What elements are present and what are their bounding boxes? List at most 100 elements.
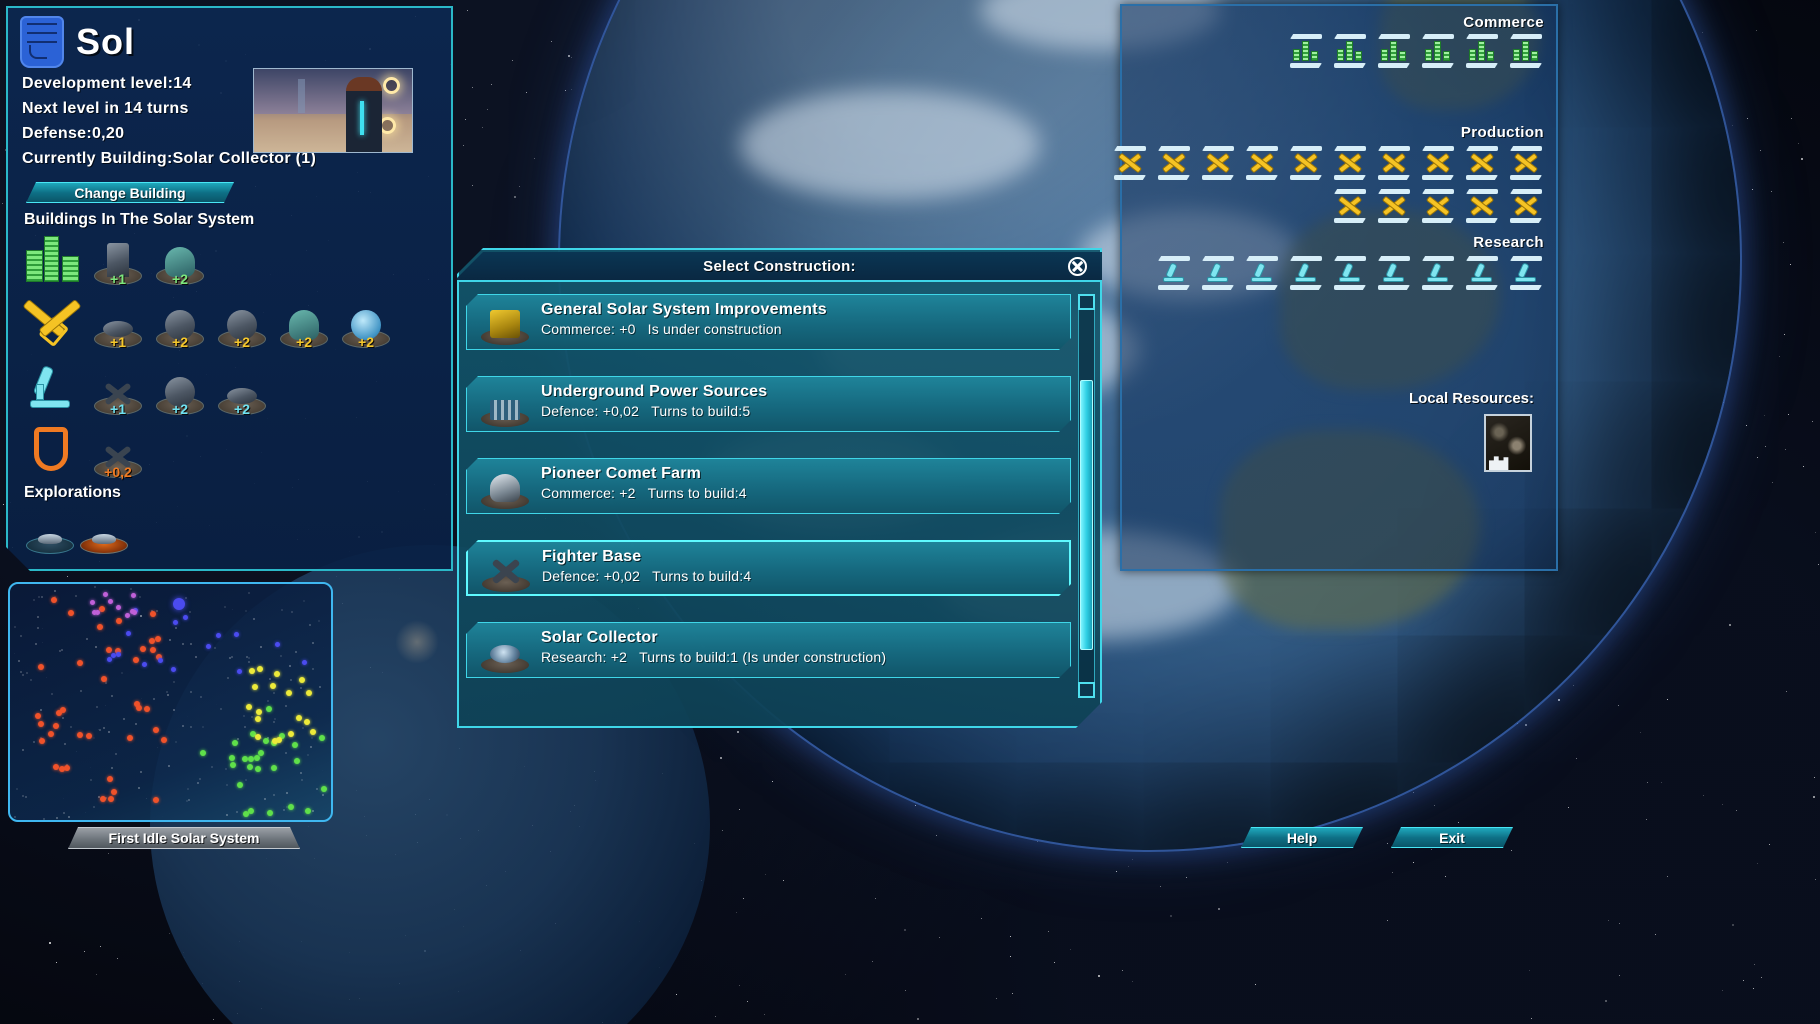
building-slot[interactable]: +2 <box>216 368 268 416</box>
construction-option[interactable]: General Solar System Improvements Commerc… <box>466 294 1071 350</box>
star-system-dot[interactable] <box>161 737 167 743</box>
star-system-dot[interactable] <box>304 719 310 725</box>
star-system-dot[interactable] <box>116 652 121 657</box>
galaxy-minimap[interactable] <box>8 582 333 822</box>
star-system-dot[interactable] <box>100 796 106 802</box>
star-system-dot[interactable] <box>296 715 302 721</box>
star-system-dot[interactable] <box>150 611 156 617</box>
star-system-dot[interactable] <box>111 789 117 795</box>
star-system-dot[interactable] <box>53 764 59 770</box>
construction-option[interactable]: Underground Power Sources Defence: +0,02 T… <box>466 376 1071 432</box>
star-system-dot[interactable] <box>234 632 239 637</box>
star-system-dot[interactable] <box>39 738 45 744</box>
construction-option[interactable]: Pioneer Comet Farm Commerce: +2 Turns to b… <box>466 458 1071 514</box>
star-system-dot[interactable] <box>77 660 83 666</box>
exit-button[interactable]: Exit <box>1391 827 1513 848</box>
help-button[interactable]: Help <box>1241 827 1363 848</box>
star-system-dot[interactable] <box>270 683 276 689</box>
star-system-dot[interactable] <box>126 631 131 636</box>
star-system-dot[interactable] <box>243 811 249 817</box>
star-system-dot[interactable] <box>255 766 261 772</box>
star-system-dot[interactable] <box>86 733 92 739</box>
star-system-dot[interactable] <box>257 666 263 672</box>
star-system-dot[interactable] <box>276 737 282 743</box>
star-system-dot[interactable] <box>116 605 121 610</box>
star-system-dot[interactable] <box>294 758 300 764</box>
star-system-dot[interactable] <box>319 735 325 741</box>
star-system-dot[interactable] <box>101 676 107 682</box>
star-system-dot[interactable] <box>310 729 316 735</box>
scrollbar-thumb[interactable] <box>1080 380 1093 650</box>
star-system-dot[interactable] <box>274 671 280 677</box>
star-system-dot[interactable] <box>299 677 305 683</box>
star-system-dot[interactable] <box>125 613 130 618</box>
star-system-dot[interactable] <box>306 690 312 696</box>
exploration-fire-probe-icon[interactable] <box>80 514 130 554</box>
star-system-dot[interactable] <box>263 738 269 744</box>
star-system-dot[interactable] <box>149 638 155 644</box>
star-system-dot[interactable] <box>230 762 236 768</box>
star-system-dot[interactable] <box>292 742 298 748</box>
star-system-dot[interactable] <box>133 657 139 663</box>
star-system-dot[interactable] <box>77 732 83 738</box>
star-system-dot[interactable] <box>107 657 112 662</box>
building-slot[interactable]: +2 <box>154 301 206 349</box>
star-system-dot[interactable] <box>249 668 255 674</box>
close-icon[interactable] <box>1068 257 1087 276</box>
star-system-dot[interactable] <box>173 620 178 625</box>
star-system-dot[interactable] <box>150 647 156 653</box>
star-system-dot[interactable] <box>108 796 114 802</box>
star-system-dot[interactable] <box>130 609 135 614</box>
exploration-probe-icon[interactable] <box>26 514 76 554</box>
star-system-dot[interactable] <box>302 660 307 665</box>
star-system-dot[interactable] <box>275 642 280 647</box>
star-system-dot[interactable] <box>247 764 253 770</box>
star-system-dot[interactable] <box>107 776 113 782</box>
star-system-dot[interactable] <box>266 706 272 712</box>
star-system-dot[interactable] <box>51 597 57 603</box>
star-system-dot[interactable] <box>97 624 103 630</box>
home-system-dot[interactable] <box>173 598 185 610</box>
building-slot[interactable]: +2 <box>154 238 206 286</box>
star-system-dot[interactable] <box>136 705 142 711</box>
star-system-dot[interactable] <box>216 633 221 638</box>
star-system-dot[interactable] <box>142 662 147 667</box>
star-system-dot[interactable] <box>116 618 122 624</box>
construction-option[interactable]: Solar Collector Research: +2 Turns to buil… <box>466 622 1071 678</box>
star-system-dot[interactable] <box>68 610 74 616</box>
star-system-dot[interactable] <box>246 704 252 710</box>
star-system-dot[interactable] <box>153 727 159 733</box>
star-system-dot[interactable] <box>255 734 261 740</box>
building-slot[interactable]: +2 <box>154 368 206 416</box>
star-system-dot[interactable] <box>256 709 262 715</box>
star-system-dot[interactable] <box>90 600 95 605</box>
change-building-button[interactable]: Change Building <box>26 182 234 203</box>
building-slot[interactable]: +1 <box>92 238 144 286</box>
building-slot[interactable]: +2 <box>340 301 392 349</box>
building-slot[interactable]: +1 <box>92 301 144 349</box>
scrollbar-down-button[interactable] <box>1078 682 1095 698</box>
star-system-dot[interactable] <box>200 750 206 756</box>
star-system-dot[interactable] <box>305 808 311 814</box>
star-system-dot[interactable] <box>48 731 54 737</box>
star-system-dot[interactable] <box>286 690 292 696</box>
star-system-dot[interactable] <box>254 755 260 761</box>
star-system-dot[interactable] <box>108 599 113 604</box>
star-system-dot[interactable] <box>158 658 163 663</box>
star-system-dot[interactable] <box>248 756 254 762</box>
star-system-dot[interactable] <box>237 669 242 674</box>
star-system-dot[interactable] <box>59 766 65 772</box>
star-system-dot[interactable] <box>38 664 44 670</box>
star-system-dot[interactable] <box>232 740 238 746</box>
star-system-dot[interactable] <box>95 610 100 615</box>
star-system-dot[interactable] <box>288 731 294 737</box>
star-system-dot[interactable] <box>127 735 133 741</box>
star-system-dot[interactable] <box>271 765 277 771</box>
construction-option[interactable]: Fighter Base Defence: +0,02 Turns to build… <box>466 540 1071 596</box>
building-slot[interactable]: +2 <box>216 301 268 349</box>
first-idle-solar-system-button[interactable]: First Idle Solar System <box>68 827 300 849</box>
star-system-dot[interactable] <box>267 810 273 816</box>
scrollbar-up-button[interactable] <box>1078 294 1095 310</box>
building-slot[interactable]: +1 <box>92 368 144 416</box>
star-system-dot[interactable] <box>252 684 258 690</box>
